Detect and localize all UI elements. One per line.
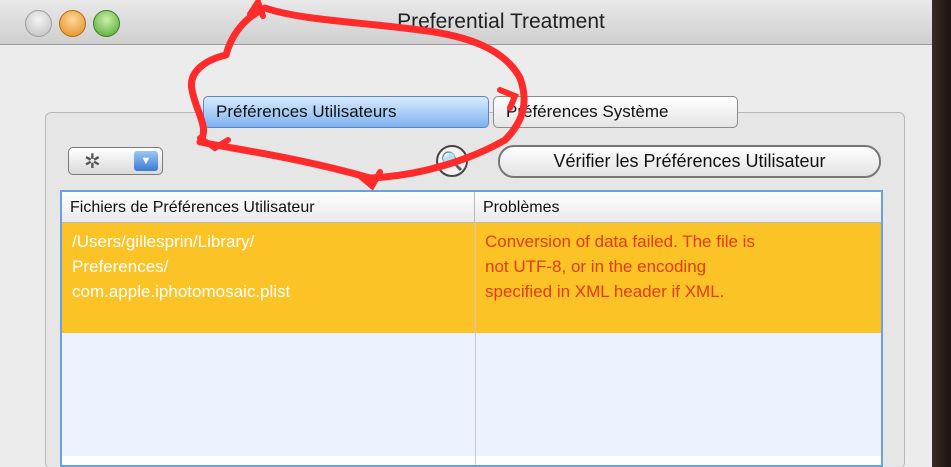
tab-user-preferences-label: Préférences Utilisateurs — [216, 102, 397, 121]
title-bar[interactable]: Preferential Treatment — [0, 0, 932, 45]
app-window: Preferential Treatment Préférences Utili… — [0, 0, 932, 467]
tab-user-preferences[interactable]: Préférences Utilisateurs — [203, 96, 489, 128]
chevron-down-icon[interactable]: ▼ — [134, 151, 158, 171]
verify-preferences-button[interactable]: Vérifier les Préférences Utilisateur — [498, 145, 881, 178]
search-icon[interactable]: 🔍 — [436, 145, 468, 177]
column-header-files[interactable]: Fichiers de Préférences Utilisateur — [62, 192, 475, 222]
file-path-line: /Users/gillesprin/Library/ — [72, 232, 255, 251]
action-menu-button[interactable]: ✲ ▼ — [68, 147, 163, 175]
table-row[interactable]: /Users/gillesprin/Library/ Preferences/ … — [62, 223, 881, 333]
preferences-table[interactable]: Fichiers de Préférences Utilisateur Prob… — [60, 190, 883, 467]
file-path-line: Preferences/ — [72, 257, 169, 276]
problem-cell: Conversion of data failed. The file is n… — [475, 229, 881, 304]
column-divider — [475, 222, 476, 465]
empty-table-row[interactable] — [62, 333, 881, 456]
file-path-cell: /Users/gillesprin/Library/ Preferences/ … — [62, 229, 475, 304]
problem-line: Conversion of data failed. The file is — [485, 232, 755, 251]
column-header-problems[interactable]: Problèmes — [475, 192, 881, 222]
file-path-line: com.apple.iphotomosaic.plist — [72, 282, 291, 301]
problem-line: specified in XML header if XML. — [485, 282, 725, 301]
tab-system-preferences[interactable]: Préférences Système — [493, 96, 738, 128]
tab-system-preferences-label: Préférences Système — [506, 102, 669, 121]
empty-table-row[interactable] — [62, 456, 881, 465]
window-title: Preferential Treatment — [397, 10, 605, 33]
problem-line: not UTF-8, or in the encoding — [485, 257, 707, 276]
table-header: Fichiers de Préférences Utilisateur Prob… — [62, 192, 881, 223]
desktop-background — [932, 0, 951, 467]
gear-icon: ✲ — [84, 151, 101, 173]
